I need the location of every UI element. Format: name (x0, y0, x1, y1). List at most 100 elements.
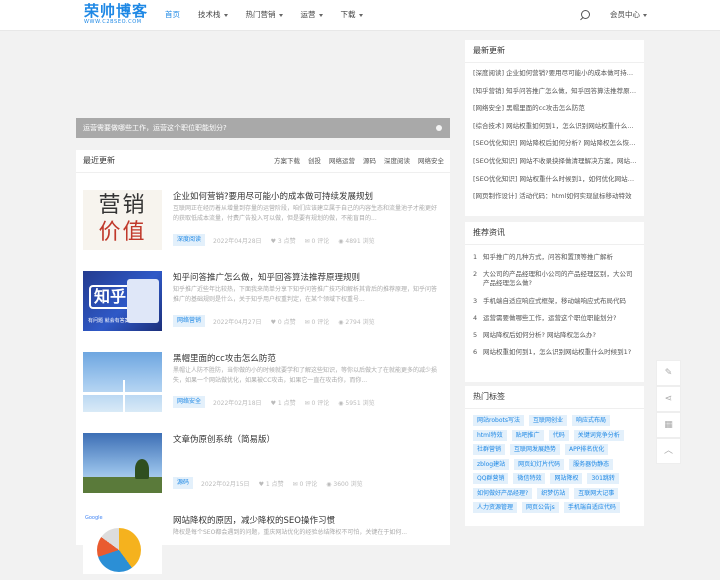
latest-item[interactable]: [深度阅读] 企业如何营销?要用尽可能小的成本做可持续发展规划 (473, 65, 638, 83)
comments-count: 0 评论 (299, 480, 318, 488)
recommended-title: 大公司的产品经理和小公司的产品经理区别，大公司产品经理怎么做? (483, 270, 633, 288)
hot-tag[interactable]: 织梦仿站 (537, 487, 570, 499)
latest-item[interactable]: [知乎营销] 知乎问答推广怎么做，知乎回答算法推荐原理规则 (473, 83, 638, 101)
hot-tag[interactable]: 贴吧推广 (511, 429, 544, 441)
category-tab[interactable]: 源码 (363, 150, 376, 172)
hot-tag[interactable]: QQ群营销 (473, 473, 509, 484)
edit-button[interactable]: ✎ (656, 360, 681, 386)
thumbs-up-icon: ♥ (270, 399, 278, 407)
comments-count: 0 评论 (311, 399, 330, 407)
latest-item[interactable]: [网络安全] 黑帽里面的cc攻击怎么防范 (473, 100, 638, 118)
recommended-item[interactable]: 2 大公司的产品经理和小公司的产品经理区别，大公司产品经理怎么做? (473, 270, 638, 288)
back-to-top-button[interactable]: ︿ (656, 438, 681, 464)
post-views: ◉ 2794 浏览 (338, 317, 374, 326)
qrcode-icon: ▦ (664, 420, 673, 430)
latest-item[interactable]: [SEO优化知识] 网站权重什么时候到1，如何优化网站权重 (473, 171, 638, 189)
hot-tag[interactable]: 响应式布局 (571, 415, 610, 426)
hot-tag[interactable]: 301跳转 (587, 473, 619, 484)
post-category-tag[interactable]: 源码 (173, 477, 194, 489)
post-thumbnail[interactable]: 知乎 有问题 就会有答案 (83, 271, 162, 331)
caret-down-icon (643, 13, 647, 17)
section-title: 最近更新 (83, 156, 115, 165)
latest-item[interactable]: [SEO优化知识] 网站降权后如何分析? 网站降权怎么恢复? (473, 135, 638, 153)
member-center-menu[interactable]: 会员中心 (610, 0, 647, 30)
post-excerpt: 知乎推广近些年比较热，下面我来简单分享下知乎问答推广技巧和解析其背后的推荐原理，… (173, 286, 438, 303)
edit-icon: ✎ (664, 368, 673, 378)
recommended-item[interactable]: 1 知乎推广的几种方式，问答和置顶等推广解析 (473, 253, 638, 262)
qrcode-button[interactable]: ▦ (656, 412, 681, 438)
likes-count: 1 点赞 (265, 480, 284, 488)
hot-tag[interactable]: 代码 (548, 429, 569, 441)
post-category-tag[interactable]: 网络安全 (173, 396, 206, 408)
post-thumbnail[interactable]: Google (83, 514, 162, 574)
hot-tag[interactable]: 网页幻灯片代码 (514, 458, 565, 470)
hot-tag[interactable]: 微信特效 (513, 473, 546, 484)
hot-tag[interactable]: APP排名优化 (565, 444, 609, 455)
recommended-title: 网站权重如何到1，怎么识别网站权重什么时候到1? (483, 348, 632, 357)
post-thumbnail[interactable]: 营销 价值 (83, 190, 162, 250)
recommended-item[interactable]: 5 网站降权后如何分析? 网站降权怎么办? (473, 331, 638, 340)
post-date: 2022年02月18日 (213, 399, 262, 407)
recommended-title: 网站降权后如何分析? 网站降权怎么办? (483, 331, 596, 340)
latest-item[interactable]: [综合技术] 网站权重如何到1，怎么识别网站权重什么时候到1? (473, 118, 638, 136)
post-thumbnail[interactable] (83, 433, 162, 493)
category-tab[interactable]: 网络安全 (418, 150, 444, 172)
share-button[interactable]: ⋖ (656, 386, 681, 412)
share-icon: ⋖ (664, 394, 673, 404)
recommended-item[interactable]: 3 手机端自适应响应式框架，移动端响应式布局代码 (473, 297, 638, 306)
recommended-title: 运营需要做哪些工作，运营这个职位职能划分? (483, 313, 617, 322)
thumb-text: 价值 (83, 219, 162, 246)
hot-tag[interactable]: 社群营销 (473, 444, 506, 455)
zhihu-logo: 知乎 (89, 285, 132, 309)
caret-down-icon (223, 13, 228, 17)
hot-tag[interactable]: 人力资源管理 (473, 502, 518, 513)
post-title[interactable]: 知乎问答推广怎么做，知乎回答算法推荐原理规则 (173, 271, 360, 283)
post-category-tag[interactable]: 深度阅读 (173, 234, 206, 246)
hot-tag[interactable]: 如何做好产品经理? (473, 487, 533, 499)
hot-tag[interactable]: 手机端自适应代码 (563, 502, 620, 513)
hot-tag[interactable]: 网站robots写法 (473, 415, 524, 426)
category-tab[interactable]: 方案下载 (274, 150, 300, 172)
nav-item-operation[interactable]: 运营 (292, 0, 332, 30)
post-title[interactable]: 黑帽里面的cc攻击怎么防范 (173, 352, 276, 364)
nav-item-tech[interactable]: 技术栈 (189, 0, 237, 30)
post-thumbnail[interactable] (83, 352, 162, 412)
category-tab[interactable]: 创投 (308, 150, 321, 172)
category-tab[interactable]: 网络运营 (329, 150, 355, 172)
hot-tag[interactable]: 网站降权 (550, 473, 583, 484)
post-title[interactable]: 网站降权的原因，减少降权的SEO操作习惯 (173, 514, 335, 526)
site-logo[interactable]: 荣帅博客 WWW.C2BSEO.COM (84, 3, 148, 26)
recommended-item[interactable]: 4 运营需要做哪些工作，运营这个职位职能划分? (473, 314, 638, 323)
hot-tag[interactable]: 服务器伪静态 (569, 458, 614, 470)
post-category-tag[interactable]: 网络营销 (173, 315, 206, 327)
latest-item[interactable]: [SEO优化知识] 网站不收录抉择做清理解决方案，网站收录问题 (473, 153, 638, 171)
hot-tag[interactable]: html特效 (473, 429, 507, 441)
latest-list: [深度阅读] 企业如何营销?要用尽可能小的成本做可持续发展规划 [知乎营销] 知… (465, 63, 644, 206)
post-likes: ♥ 1 点赞 (271, 398, 296, 407)
likes-count: 0 点赞 (277, 318, 296, 326)
nav-item-marketing[interactable]: 热门营销 (237, 0, 292, 30)
nav-item-download[interactable]: 下载 (332, 0, 372, 30)
nav-label: 技术栈 (198, 10, 221, 19)
slider-dot[interactable] (436, 125, 442, 131)
member-label: 会员中心 (610, 10, 640, 19)
category-tab[interactable]: 深度阅读 (384, 150, 410, 172)
post-title[interactable]: 企业如何营销?要用尽可能小的成本做可持续发展规划 (173, 190, 373, 202)
post-excerpt: 黑帽让人防不胜防，当你做的小的时候就要学和了解这些知识，等你以后做大了在就能更多… (173, 367, 438, 384)
hot-tag[interactable]: zblog建站 (473, 458, 510, 470)
thumbs-up-icon: ♥ (270, 237, 278, 245)
hot-tag[interactable]: 互联网大记事 (574, 487, 619, 499)
slider-banner[interactable]: 运营需要做哪些工作，运营这个职位职能划分? (76, 118, 450, 138)
hot-tag[interactable]: 互联网发展趋势 (510, 444, 561, 455)
hot-tag[interactable]: 关键词竞争分析 (573, 429, 624, 441)
post-item: 黑帽里面的cc攻击怎么防范 黑帽让人防不胜防，当你做的小的时候就要学和了解这些知… (83, 352, 443, 418)
search-icon[interactable] (581, 10, 590, 19)
post-title[interactable]: 文章伪原创系统（简易版） (173, 433, 275, 445)
hot-tag[interactable]: 互联网创业 (528, 415, 567, 426)
hot-tag[interactable]: 网页公告js (522, 502, 559, 513)
post-meta: 网络安全 2022年02月18日 ♥ 1 点赞 ✉ 0 评论 ◉ 5951 浏览 (173, 396, 384, 408)
recommended-item[interactable]: 6 网站权重如何到1，怎么识别网站权重什么时候到1? (473, 348, 638, 357)
nav-item-home[interactable]: 首页 (156, 0, 189, 30)
post-item: 文章伪原创系统（简易版） 源码 2022年02月15日 ♥ 1 点赞 ✉ 0 评… (83, 433, 443, 499)
latest-item[interactable]: [网页制作设计] 活动代码：html如何实现鼠标移动特效 (473, 188, 638, 206)
